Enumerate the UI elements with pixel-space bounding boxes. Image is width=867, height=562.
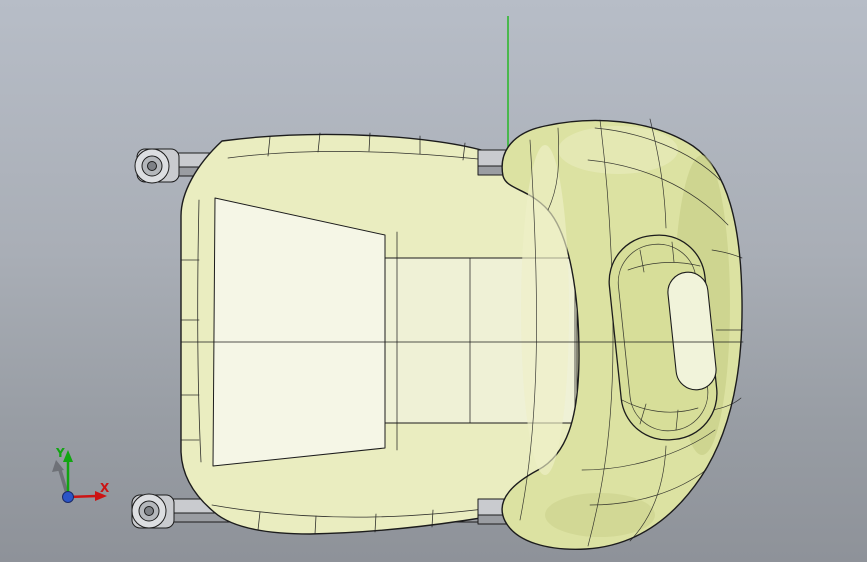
z-axis-origin-dot [62,491,74,503]
car-seat-top-view-model[interactable] [131,118,744,550]
y-axis-label: Y [55,446,65,460]
cad-viewport[interactable]: Y X [0,0,867,562]
seat-backrest [501,118,744,550]
viewport-canvas[interactable]: Y X [0,0,867,562]
axis-triad: Y X [52,446,110,503]
x-axis-label: X [100,481,110,495]
